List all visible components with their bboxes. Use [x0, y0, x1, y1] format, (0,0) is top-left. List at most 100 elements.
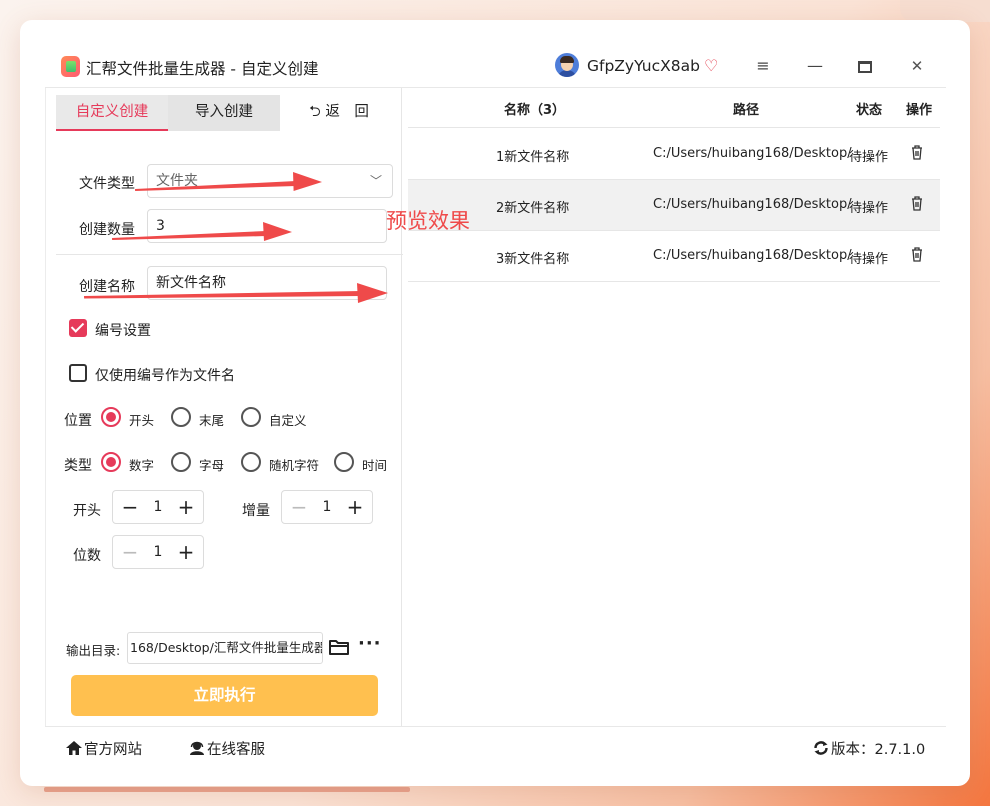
file-type-label: 文件类型 — [79, 176, 135, 192]
start-label: 开头 — [73, 503, 101, 519]
more-options-icon[interactable]: ··· — [358, 633, 382, 654]
file-type-value: 文件夹 — [156, 173, 198, 189]
trash-icon[interactable] — [911, 247, 923, 262]
trash-icon[interactable] — [911, 145, 923, 160]
position-radio-end[interactable] — [171, 407, 191, 427]
digits-minus-button[interactable]: − — [117, 536, 143, 568]
row-name: 1新文件名称 — [496, 150, 570, 165]
headset-icon — [190, 741, 204, 755]
maximize-icon[interactable] — [852, 53, 878, 79]
app-window: 汇帮文件批量生成器 - 自定义创建 GfpZyYucX8ab ♡ ≡ — ✕ 自… — [20, 20, 970, 786]
background-strip — [44, 787, 410, 792]
title-bar: 汇帮文件批量生成器 - 自定义创建 GfpZyYucX8ab ♡ ≡ — ✕ — [20, 20, 970, 87]
position-option-end: 末尾 — [199, 413, 225, 428]
close-icon[interactable]: ✕ — [904, 53, 930, 79]
name-value: 新文件名称 — [156, 275, 226, 291]
position-radio-custom[interactable] — [241, 407, 261, 427]
version-label: 版本：2.7.1.0 — [831, 742, 926, 758]
table-row[interactable]: 1新文件名称 C:/Users/huibang168/Desktop/ 待操作 — [408, 129, 940, 180]
online-service-link[interactable]: 在线客服 — [189, 738, 265, 759]
table-row[interactable]: 3新文件名称 C:/Users/huibang168/Desktop/ 待操作 — [408, 231, 940, 282]
position-option-start: 开头 — [129, 413, 155, 428]
only-number-checkbox[interactable] — [69, 364, 87, 382]
table-header: 名称（3） 路径 状态 操作 — [408, 88, 940, 128]
increment-value[interactable]: 1 — [314, 491, 340, 523]
count-input[interactable]: 3 — [147, 209, 387, 243]
version-info[interactable]: 版本：2.7.1.0 — [813, 738, 925, 759]
official-website-link[interactable]: 官方网站 — [66, 738, 142, 759]
increment-plus-button[interactable]: + — [342, 491, 368, 523]
user-avatar[interactable] — [555, 53, 579, 77]
section-divider — [56, 254, 403, 255]
numbering-label: 编号设置 — [95, 323, 151, 339]
name-label: 创建名称 — [79, 279, 135, 295]
increment-stepper[interactable]: − 1 + — [281, 490, 373, 524]
official-website-label: 官方网站 — [84, 742, 142, 758]
app-logo-icon — [61, 56, 80, 77]
digits-label: 位数 — [73, 548, 101, 564]
start-stepper[interactable]: − 1 + — [112, 490, 204, 524]
table-row[interactable]: 2新文件名称 C:/Users/huibang168/Desktop/ 待操作 — [408, 180, 940, 231]
output-dir-input[interactable]: 168/Desktop/汇帮文件批量生成器 — [127, 632, 323, 664]
tab-import-create[interactable]: 导入创建 — [168, 95, 280, 131]
count-label: 创建数量 — [79, 222, 135, 238]
type-radio-letter[interactable] — [171, 452, 191, 472]
start-value[interactable]: 1 — [145, 491, 171, 523]
back-button[interactable]: ⮌ 返 回 — [282, 95, 396, 131]
header-status: 状态 — [856, 103, 883, 118]
position-label: 位置 — [64, 413, 92, 429]
only-number-label: 仅使用编号作为文件名 — [95, 368, 235, 384]
vip-heart-icon[interactable]: ♡ — [704, 56, 718, 75]
background-card — [900, 0, 990, 22]
type-option-random: 随机字符 — [269, 458, 320, 473]
footer-bar: 官方网站 在线客服 版本：2.7.1.0 — [45, 728, 946, 768]
row-status: 待操作 — [849, 150, 889, 165]
numbering-checkbox[interactable] — [69, 319, 87, 337]
row-name: 3新文件名称 — [496, 252, 570, 267]
minimize-icon[interactable]: — — [802, 53, 828, 79]
type-option-letter: 字母 — [199, 458, 225, 473]
username[interactable]: GfpZyYucX8ab — [587, 57, 700, 75]
position-option-custom: 自定义 — [269, 413, 307, 428]
row-path: C:/Users/huibang168/Desktop/ — [653, 197, 852, 212]
digits-stepper[interactable]: − 1 + — [112, 535, 204, 569]
refresh-icon — [814, 741, 828, 755]
folder-icon[interactable] — [329, 639, 349, 655]
window-title: 汇帮文件批量生成器 - 自定义创建 — [86, 60, 319, 78]
online-service-label: 在线客服 — [207, 742, 265, 758]
type-radio-random[interactable] — [241, 452, 261, 472]
home-icon — [66, 741, 82, 755]
file-type-select[interactable]: 文件夹 ﹀ — [147, 164, 393, 198]
name-input[interactable]: 新文件名称 — [147, 266, 387, 300]
tab-custom-create[interactable]: 自定义创建 — [56, 95, 168, 131]
type-radio-time[interactable] — [334, 452, 354, 472]
type-label: 类型 — [64, 458, 92, 474]
header-action: 操作 — [906, 103, 933, 118]
row-name: 2新文件名称 — [496, 201, 570, 216]
settings-panel: 自定义创建 导入创建 ⮌ 返 回 文件类型 文件夹 ﹀ 创建数量 3 创建名称 … — [45, 88, 403, 726]
digits-value[interactable]: 1 — [145, 536, 171, 568]
header-name[interactable]: 名称（3） — [504, 99, 565, 118]
row-status: 待操作 — [849, 252, 889, 267]
digits-plus-button[interactable]: + — [173, 536, 199, 568]
type-option-time: 时间 — [362, 458, 388, 473]
row-status: 待操作 — [849, 201, 889, 216]
start-minus-button[interactable]: − — [117, 491, 143, 523]
type-option-number: 数字 — [129, 458, 155, 473]
increment-label: 增量 — [242, 503, 270, 519]
row-path: C:/Users/huibang168/Desktop/ — [653, 146, 852, 161]
trash-icon[interactable] — [911, 196, 923, 211]
menu-icon[interactable]: ≡ — [750, 53, 776, 79]
run-button[interactable]: 立即执行 — [71, 675, 378, 716]
main-frame: 自定义创建 导入创建 ⮌ 返 回 文件类型 文件夹 ﹀ 创建数量 3 创建名称 … — [45, 87, 946, 727]
count-value: 3 — [156, 218, 165, 234]
type-radio-number[interactable] — [101, 452, 121, 472]
start-plus-button[interactable]: + — [173, 491, 199, 523]
row-path: C:/Users/huibang168/Desktop/ — [653, 248, 852, 263]
position-radio-start[interactable] — [101, 407, 121, 427]
increment-minus-button[interactable]: − — [286, 491, 312, 523]
preview-effect-annotation: 预览效果 — [386, 209, 470, 233]
output-dir-label: 输出目录: — [66, 643, 121, 658]
chevron-down-icon: ﹀ — [369, 174, 382, 188]
header-path: 路径 — [733, 103, 760, 118]
